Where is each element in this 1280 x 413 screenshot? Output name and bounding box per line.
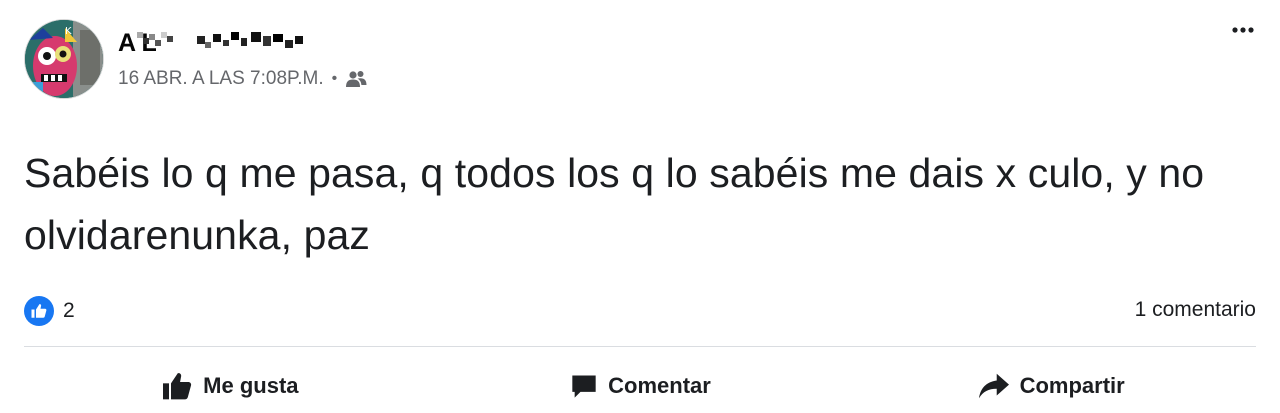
- like-button[interactable]: Me gusta: [24, 360, 435, 412]
- facebook-post: K A L 16 ABR. A LAS 7:08P.M. • Sabéis lo…: [0, 0, 1280, 413]
- avatar-image: K: [25, 20, 103, 98]
- meta-separator: •: [331, 70, 338, 87]
- post-meta: 16 ABR. A LAS 7:08P.M. •: [118, 68, 367, 90]
- reactions-summary[interactable]: 2: [24, 296, 75, 326]
- comment-button[interactable]: Comentar: [435, 360, 846, 412]
- reaction-count: 2: [63, 299, 75, 322]
- action-bar: Me gusta Comentar Compartir: [24, 360, 1256, 412]
- name-redaction-scribble: [137, 32, 303, 48]
- comments-count[interactable]: 1 comentario: [1135, 298, 1256, 322]
- author-avatar[interactable]: K: [24, 19, 104, 99]
- divider: [24, 346, 1256, 347]
- svg-text:K: K: [65, 26, 72, 37]
- thumbs-up-icon: [160, 370, 194, 402]
- post-text: Sabéis lo q me pasa, q todos los q lo sa…: [24, 150, 1205, 258]
- like-button-label: Me gusta: [203, 373, 299, 398]
- share-arrow-icon: [977, 371, 1011, 401]
- comment-icon: [569, 372, 599, 400]
- share-button-label: Compartir: [1019, 373, 1125, 398]
- share-button[interactable]: Compartir: [845, 360, 1256, 412]
- post-timestamp[interactable]: 16 ABR. A LAS 7:08P.M.: [118, 68, 324, 90]
- friends-icon[interactable]: [345, 70, 367, 88]
- comment-button-label: Comentar: [608, 373, 711, 398]
- like-icon: [24, 296, 54, 326]
- more-options-icon[interactable]: [1228, 16, 1258, 44]
